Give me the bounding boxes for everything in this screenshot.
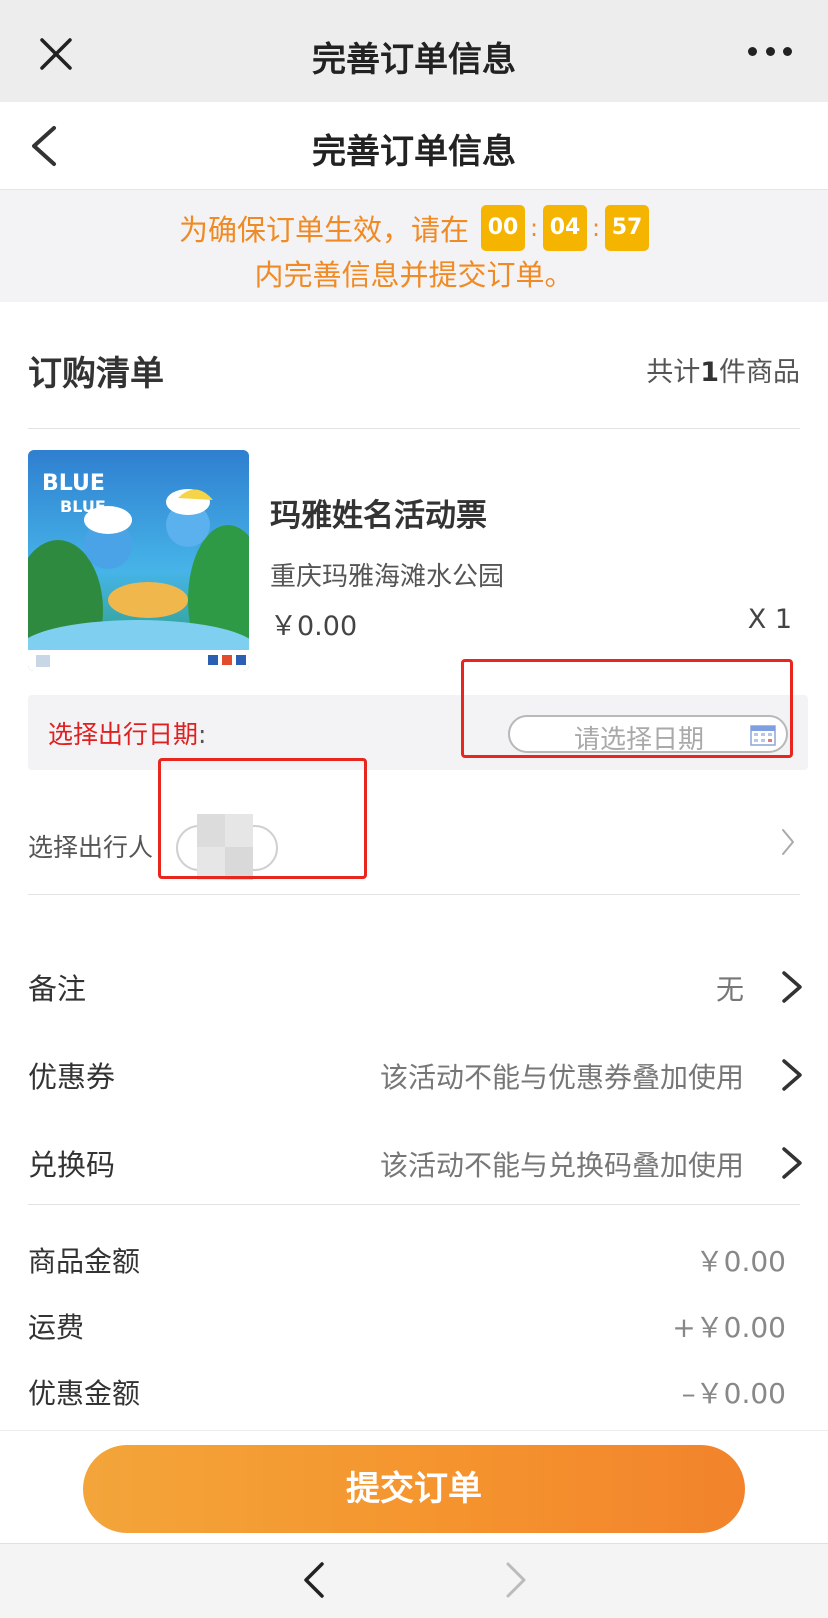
countdown-seconds: 57 xyxy=(605,205,649,251)
travel-date-colon: : xyxy=(198,720,207,749)
browser-forward-icon[interactable] xyxy=(500,1558,530,1602)
redeem-code-label: 兑换码 xyxy=(28,1148,116,1182)
chevron-right-icon[interactable] xyxy=(780,1143,804,1183)
wechat-title-bar: 完善订单信息 xyxy=(0,0,828,102)
annotation-box-date xyxy=(461,659,793,758)
travel-date-label: 选择出行日期: xyxy=(48,715,206,751)
submit-order-button[interactable]: 提交订单 xyxy=(83,1445,745,1533)
product-image-text: BLUE xyxy=(42,471,105,496)
divider xyxy=(28,428,800,429)
wechat-title: 完善订单信息 xyxy=(312,40,516,80)
coupon-label: 优惠券 xyxy=(28,1060,116,1094)
remark-value[interactable]: 无 xyxy=(716,968,744,1008)
bottom-action-bar: 提交订单 xyxy=(0,1430,828,1542)
countdown-prefix: 为确保订单生效，请在 xyxy=(178,213,469,247)
countdown-banner: 为确保订单生效，请在 00 : 04 : 57 内完善信息并提交订单。 xyxy=(0,190,828,302)
item-count-suffix: 件商品 xyxy=(719,357,800,388)
product-image[interactable]: BLUE BLUE xyxy=(28,450,249,671)
page-header: 完善订单信息 xyxy=(0,102,828,190)
countdown-minutes: 04 xyxy=(543,205,587,251)
divider xyxy=(28,894,800,895)
product-image-text: BLUE xyxy=(60,497,106,516)
chevron-right-icon[interactable] xyxy=(780,827,796,857)
chevron-right-icon[interactable] xyxy=(780,967,804,1007)
countdown-suffix: 内完善信息并提交订单。 xyxy=(254,258,574,292)
browser-nav-bar xyxy=(0,1543,828,1618)
divider xyxy=(28,1204,800,1205)
product-price: ￥0.00 xyxy=(270,611,358,642)
shipping-value: +￥0.00 xyxy=(672,1311,786,1344)
product-name: 玛雅姓名活动票 xyxy=(270,498,487,534)
order-section-title: 订购清单 xyxy=(28,354,164,394)
discount-label: 优惠金额 xyxy=(28,1377,141,1410)
coupon-value[interactable]: 该活动不能与优惠券叠加使用 xyxy=(380,1056,744,1096)
countdown-separator: : xyxy=(529,214,539,242)
item-count-prefix: 共计 xyxy=(646,357,701,388)
product-venue: 重庆玛雅海滩水公园 xyxy=(270,562,505,592)
redeem-code-value[interactable]: 该活动不能与兑换码叠加使用 xyxy=(380,1144,744,1184)
chevron-right-icon[interactable] xyxy=(780,1055,804,1095)
browser-back-icon[interactable] xyxy=(300,1558,330,1602)
travel-date-label-text: 选择出行日期 xyxy=(48,720,199,749)
product-quantity: X 1 xyxy=(747,604,792,635)
countdown-separator: : xyxy=(591,214,601,242)
annotation-box-traveler xyxy=(158,758,367,879)
item-count-number: 1 xyxy=(700,357,719,388)
remark-label: 备注 xyxy=(28,972,87,1006)
countdown-hours: 00 xyxy=(481,205,525,251)
item-count: 共计1件商品 xyxy=(646,350,800,389)
traveler-label: 选择出行人 xyxy=(28,833,154,862)
shipping-label: 运费 xyxy=(28,1311,85,1344)
page-title: 完善订单信息 xyxy=(312,132,516,172)
more-icon[interactable] xyxy=(748,44,792,58)
discount-value: –￥0.00 xyxy=(681,1377,786,1410)
goods-amount-label: 商品金额 xyxy=(28,1245,141,1278)
goods-amount-value: ￥0.00 xyxy=(695,1245,786,1278)
